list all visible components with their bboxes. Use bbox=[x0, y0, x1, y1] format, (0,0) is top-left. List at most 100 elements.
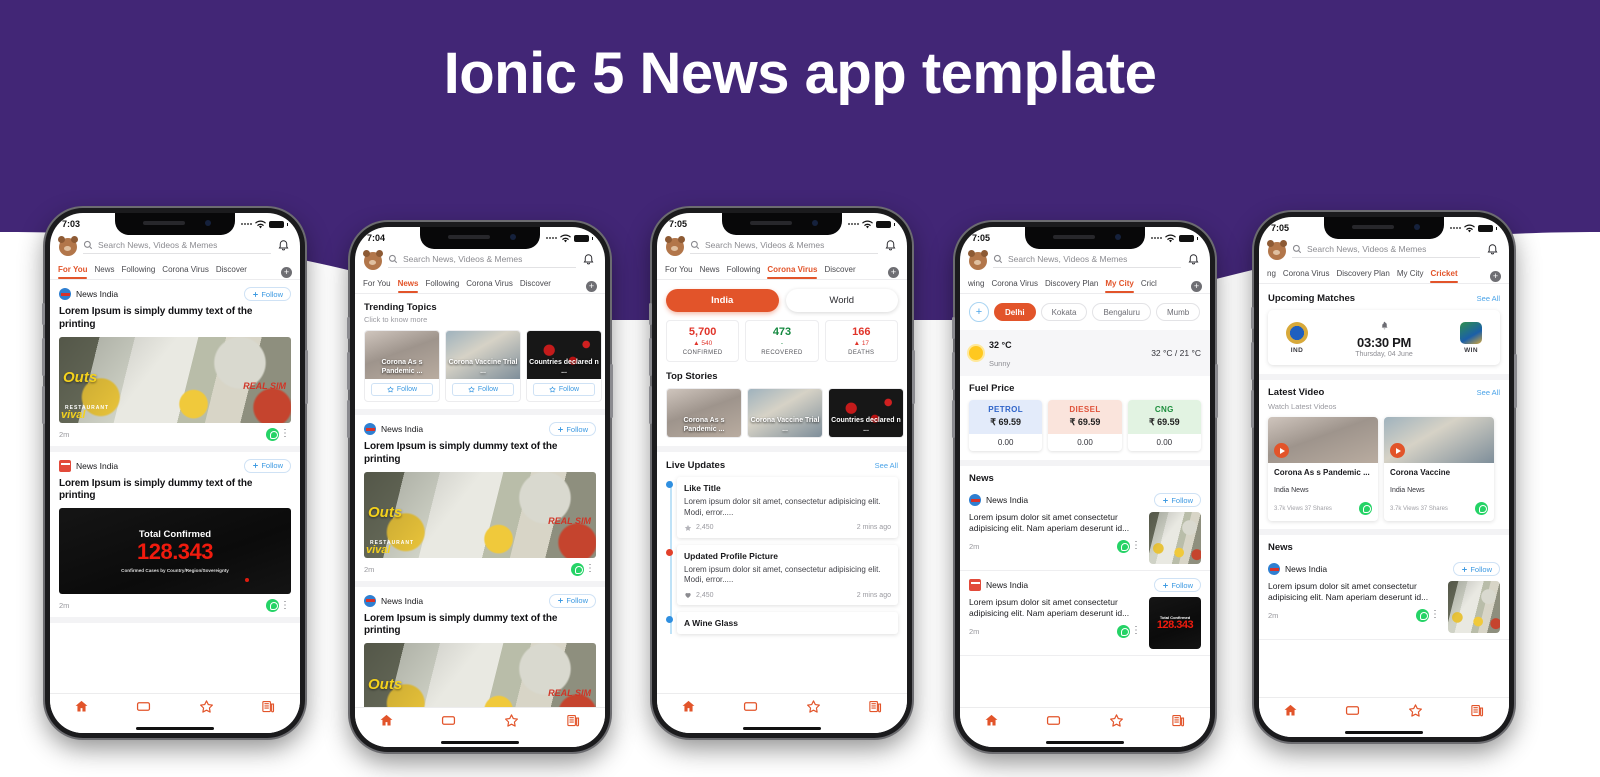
nav-tv-icon[interactable] bbox=[441, 713, 456, 733]
top-stories-row[interactable]: Corona As s Pandemic ... Corona Vaccine … bbox=[666, 388, 904, 438]
search-input[interactable]: Search News, Videos & Memes bbox=[388, 254, 576, 268]
live-update-item[interactable]: Updated Profile Picture Lorem ipsum dolo… bbox=[666, 544, 898, 606]
see-all-link[interactable]: See All bbox=[1477, 294, 1500, 303]
follow-button[interactable]: Follow bbox=[244, 458, 291, 473]
add-tab-button[interactable]: + bbox=[281, 266, 292, 278]
match-card[interactable]: IND 03:30 PM Thursday, 04 June WIN bbox=[1268, 310, 1500, 365]
more-options-icon[interactable]: ⋮ bbox=[1130, 541, 1142, 551]
trending-topic-card[interactable]: Corona As s Pandemic ... bbox=[666, 388, 742, 438]
category-tabs[interactable]: For You News Following Corona Virus Discover… bbox=[355, 275, 605, 294]
whatsapp-share-icon[interactable] bbox=[1117, 539, 1130, 553]
nav-tv-icon[interactable] bbox=[1345, 703, 1360, 723]
nav-home-icon[interactable] bbox=[1283, 703, 1298, 723]
article-title[interactable]: Lorem Ipsum is simply dummy text of the … bbox=[59, 478, 291, 504]
article-title[interactable]: Lorem Ipsum is simply dummy text of the … bbox=[364, 613, 596, 639]
nav-star-icon[interactable] bbox=[199, 699, 214, 719]
tv-icon[interactable] bbox=[1046, 713, 1061, 728]
tab-corona-virus[interactable]: Corona Virus bbox=[466, 279, 513, 293]
bottom-navigation[interactable] bbox=[960, 707, 1210, 737]
video-card[interactable]: Corona As s Pandemic ... India News 3.7k… bbox=[1268, 417, 1378, 521]
bear-avatar-icon[interactable] bbox=[58, 236, 78, 256]
tab-cricket[interactable]: Cricket bbox=[1430, 269, 1458, 283]
nav-star-icon[interactable] bbox=[806, 699, 821, 719]
tab-for-you[interactable]: For You bbox=[58, 265, 88, 279]
newspaper-icon[interactable] bbox=[1171, 713, 1186, 728]
phone-news[interactable]: 7:04 Search News, Videos & Memes For You… bbox=[347, 222, 613, 752]
more-options-icon[interactable]: ⋮ bbox=[1429, 610, 1441, 620]
tab-for-you[interactable]: For You bbox=[363, 279, 391, 293]
add-tab-button[interactable]: + bbox=[888, 266, 899, 278]
nav-star-icon[interactable] bbox=[1109, 713, 1124, 733]
search-input[interactable]: Search News, Videos & Memes bbox=[993, 254, 1181, 268]
topic-follow-button[interactable]: Follow bbox=[452, 383, 514, 396]
newspaper-icon[interactable] bbox=[566, 713, 581, 728]
bell-icon[interactable] bbox=[884, 238, 897, 251]
tab-for-you[interactable]: For You bbox=[665, 265, 693, 279]
more-options-icon[interactable]: ⋮ bbox=[1130, 626, 1142, 636]
phone-my-city[interactable]: 7:05 Search News, Videos & Memes wing Cor… bbox=[952, 222, 1218, 752]
match-reminder-icon[interactable] bbox=[1318, 317, 1450, 335]
category-tabs[interactable]: ng Corona Virus Discovery Plan My City Crick… bbox=[1259, 265, 1509, 284]
bell-icon[interactable] bbox=[1486, 242, 1499, 255]
video-row[interactable]: Corona As s Pandemic ... India News 3.7k… bbox=[1259, 411, 1509, 521]
follow-button[interactable]: Follow bbox=[1154, 578, 1201, 592]
tab-corona-virus[interactable]: Corona Virus bbox=[991, 279, 1038, 293]
nav-tv-icon[interactable] bbox=[743, 699, 758, 719]
live-update-item[interactable]: A Wine Glass bbox=[666, 612, 898, 635]
search-input[interactable]: Search News, Videos & Memes bbox=[1292, 244, 1480, 258]
tv-icon[interactable] bbox=[136, 699, 151, 714]
feed-article-card[interactable]: News India Follow Lorem Ipsum is simply … bbox=[50, 280, 300, 452]
follow-button[interactable]: Follow bbox=[1453, 562, 1500, 576]
whatsapp-share-icon[interactable] bbox=[1475, 502, 1488, 515]
news-item-text[interactable]: Lorem ipsum dolor sit amet consectetur a… bbox=[969, 512, 1142, 535]
bear-avatar-icon[interactable] bbox=[363, 250, 383, 270]
bell-icon[interactable] bbox=[582, 252, 595, 265]
home-icon[interactable] bbox=[74, 699, 89, 714]
nav-home-icon[interactable] bbox=[984, 713, 999, 733]
follow-button[interactable]: Follow bbox=[1154, 493, 1201, 507]
tab-my-city[interactable]: My City bbox=[1397, 269, 1424, 283]
bottom-navigation[interactable] bbox=[50, 693, 300, 723]
segment-india[interactable]: India bbox=[666, 289, 779, 312]
category-tabs[interactable]: wing Corona Virus Discovery Plan My City Cri… bbox=[960, 275, 1210, 294]
nav-newspaper-icon[interactable] bbox=[1171, 713, 1186, 733]
article-title[interactable]: Lorem Ipsum is simply dummy text of the … bbox=[364, 441, 596, 467]
add-tab-button[interactable]: + bbox=[586, 280, 597, 292]
notifications-button[interactable] bbox=[277, 238, 291, 256]
article-title[interactable]: Lorem Ipsum is simply dummy text of the … bbox=[59, 306, 291, 332]
tab-news[interactable]: News bbox=[700, 265, 720, 279]
segment-world[interactable]: World bbox=[785, 289, 898, 312]
tab-corona-virus[interactable]: Corona Virus bbox=[1283, 269, 1330, 283]
news-item-text[interactable]: Lorem ipsum dolor sit amet consectetur a… bbox=[969, 597, 1142, 620]
topic-follow-button[interactable]: Follow bbox=[371, 383, 433, 396]
tab-corona-virus[interactable]: Corona Virus bbox=[162, 265, 209, 279]
search-input[interactable]: Search News, Videos & Memes bbox=[83, 240, 271, 254]
nav-newspaper-icon[interactable] bbox=[261, 699, 276, 719]
tab-my-city[interactable]: My City bbox=[1105, 279, 1135, 293]
city-chip-mumb[interactable]: Mumb bbox=[1155, 303, 1201, 321]
phone-cricket[interactable]: 7:05 Search News, Videos & Memes ng Coron… bbox=[1251, 212, 1517, 742]
trending-topics-row[interactable]: Corona As s Pandemic ... Follow Corona V… bbox=[364, 330, 602, 402]
tab-discovery-plan[interactable]: Discovery Plan bbox=[1045, 279, 1098, 293]
tab-cricl[interactable]: Cricl bbox=[1141, 279, 1157, 293]
tab-discover[interactable]: Discover bbox=[216, 265, 247, 279]
news-list-item[interactable]: News India Follow Lorem ipsum dolor sit … bbox=[960, 486, 1210, 571]
tv-icon[interactable] bbox=[743, 699, 758, 714]
trending-topic-card[interactable]: Corona Vaccine Trial ... Follow bbox=[445, 330, 521, 402]
tv-icon[interactable] bbox=[441, 713, 456, 728]
trending-topic-card[interactable]: Countries declared n ... Follow bbox=[526, 330, 602, 402]
home-icon[interactable] bbox=[379, 713, 394, 728]
bear-avatar-icon[interactable] bbox=[665, 236, 685, 256]
tab-corona-virus[interactable]: Corona Virus bbox=[767, 265, 818, 279]
more-options-icon[interactable]: ⋮ bbox=[584, 564, 596, 574]
nav-home-icon[interactable] bbox=[379, 713, 394, 733]
trending-topic-card[interactable]: Countries declared n ... bbox=[828, 388, 904, 438]
tv-icon[interactable] bbox=[1345, 703, 1360, 718]
star-icon[interactable] bbox=[1408, 703, 1423, 718]
live-update-item[interactable]: Like Title Lorem ipsum dolor sit amet, c… bbox=[666, 477, 898, 538]
tab-following[interactable]: Following bbox=[425, 279, 459, 293]
home-icon[interactable] bbox=[984, 713, 999, 728]
home-icon[interactable] bbox=[681, 699, 696, 714]
whatsapp-share-icon[interactable] bbox=[1359, 502, 1372, 515]
star-icon[interactable] bbox=[504, 713, 519, 728]
